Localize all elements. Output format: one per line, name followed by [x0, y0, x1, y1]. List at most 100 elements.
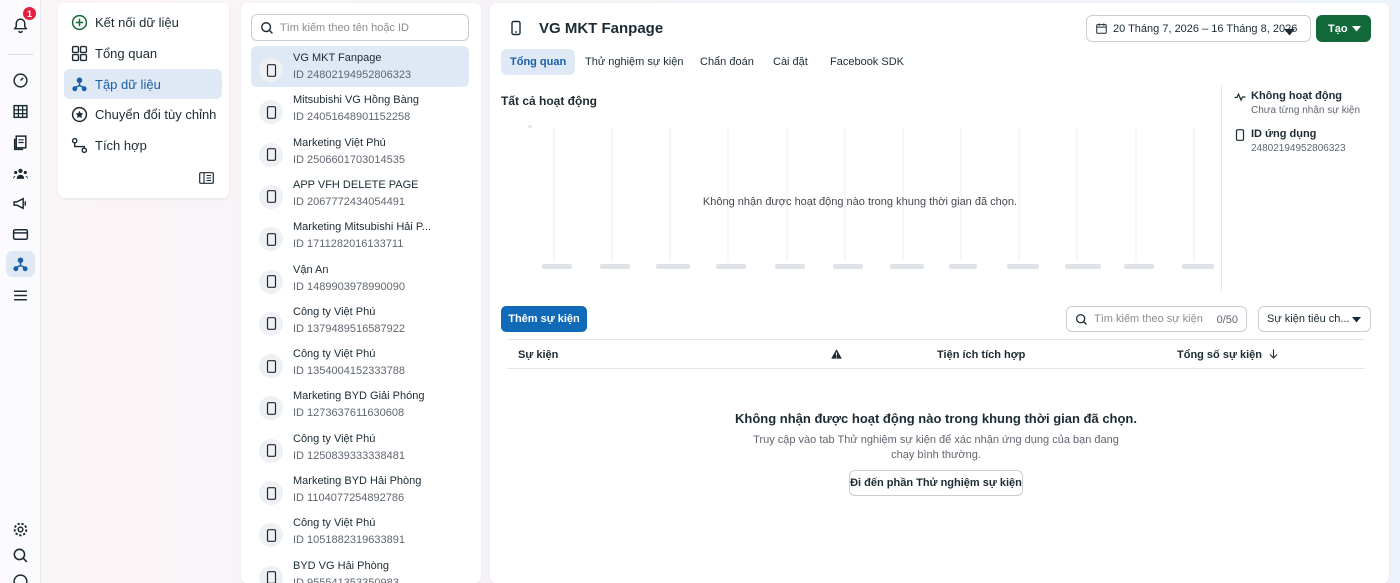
rail-table[interactable]: [6, 98, 35, 124]
go-to-test-events-button[interactable]: Đi đến phần Thử nghiệm sự kiện: [849, 470, 1023, 496]
hamburger-icon: [14, 289, 27, 301]
status-subtitle: Chưa từng nhận sự kiện: [1251, 105, 1361, 116]
dataset-name: Công ty Việt Phú: [293, 517, 376, 530]
tab-diagnostics[interactable]: Chẩn đoán: [691, 49, 763, 75]
dataset-list-item[interactable]: Marketing BYD Hải Phòng ID 11040772548927…: [251, 469, 469, 510]
phone-icon: [259, 184, 283, 209]
calendar-icon: [1096, 23, 1107, 34]
rail-menu[interactable]: [6, 282, 35, 308]
rail-audiences[interactable]: [6, 160, 35, 186]
integration-icon: [71, 137, 87, 153]
dataset-name: Marketing BYD Giải Phóng: [293, 390, 425, 403]
rail-billing[interactable]: [6, 221, 35, 247]
notification-badge: 1: [23, 7, 36, 20]
star-circle-icon: [71, 106, 87, 122]
chart-gridlines: [553, 127, 1195, 261]
nav-label: Tập dữ liệu: [95, 76, 161, 92]
dataset-id: ID 2506601703014535: [293, 153, 405, 166]
dataset-name: Vận An: [293, 263, 329, 276]
activity-pulse-icon: [1234, 92, 1246, 102]
event-count: 0/50: [1216, 314, 1238, 326]
app-id-info: ID ứng dụng 24802194952806323: [1234, 128, 1346, 154]
tab-facebook-sdk[interactable]: Facebook SDK: [821, 49, 913, 75]
dataset-list-item[interactable]: BYD VG Hải Phòng ID 955541353350983: [251, 554, 469, 583]
activity-title: Tất cả hoạt động: [501, 94, 597, 108]
dataset-search-input[interactable]: [280, 21, 460, 34]
event-search[interactable]: 0/50: [1066, 306, 1247, 332]
nav-label: Tích hợp: [95, 137, 147, 153]
dataset-list-item[interactable]: Công ty Việt Phú ID 1250839333338481: [251, 427, 469, 468]
dataset-list-item[interactable]: Mitsubishi VG Hồng Bàng ID 24051648901152…: [251, 88, 469, 129]
dataset-list-item[interactable]: VG MKT Fanpage ID 24802194952806323: [251, 46, 469, 87]
nav-overview[interactable]: Tổng quan: [64, 38, 222, 68]
dataset-list-item[interactable]: Marketing BYD Giải Phóng ID 1273637611630…: [251, 384, 469, 425]
col-total-events[interactable]: Tổng số sự kiện: [1177, 349, 1278, 361]
event-filter-dropdown[interactable]: Sự kiện tiêu ch...: [1258, 306, 1371, 332]
dataset-name: Marketing BYD Hải Phòng: [293, 475, 422, 487]
dataset-id: ID 955541353350983: [293, 576, 399, 583]
people-icon: [13, 168, 28, 179]
dataset-list-item[interactable]: Marketing Việt Phú ID 2506601703014535: [251, 131, 469, 172]
rail-campaigns[interactable]: [6, 190, 35, 216]
create-button[interactable]: Tạo: [1316, 15, 1371, 42]
add-event-button[interactable]: Thêm sự kiện: [501, 306, 587, 332]
chevron-down-icon: [1352, 26, 1361, 32]
pages-icon: [13, 134, 27, 150]
tab-settings[interactable]: Cài đặt: [764, 49, 817, 75]
phone-icon: [259, 100, 283, 125]
phone-icon: [259, 269, 283, 294]
dataset-name: BYD VG Hải Phòng: [293, 559, 389, 572]
rail-settings[interactable]: [6, 516, 35, 542]
tab-test-events[interactable]: Thử nghiệm sự kiện: [576, 49, 693, 75]
nav-label: Tổng quan: [95, 45, 158, 61]
tab-overview[interactable]: Tổng quan: [501, 49, 576, 75]
dataset-id: ID 2067772434054491: [293, 195, 405, 208]
dataset-list-item[interactable]: APP VFH DELETE PAGE ID 2067772434054491: [251, 173, 469, 214]
dataset-id: ID 1711282016133711: [293, 238, 404, 251]
notifications-button[interactable]: 1: [6, 7, 36, 38]
help-icon: [13, 573, 28, 583]
dataset-id: ID 1250839333338481: [293, 449, 405, 462]
dataset-list-item[interactable]: Công ty Việt Phú ID 1379489516587922: [251, 300, 469, 341]
phone-icon: [259, 481, 283, 505]
dataset-detail-panel: VG MKT Fanpage 20 Tháng 7, 2026 – 16 Thá…: [490, 3, 1389, 583]
dataset-list-item[interactable]: Marketing Mitsubishi Hải P... ID 17112820…: [251, 215, 469, 256]
collapse-sidebar-icon[interactable]: [199, 172, 214, 184]
date-range-picker[interactable]: 20 Tháng 7, 2026 – 16 Tháng 8, 2026: [1086, 15, 1311, 42]
page-title: VG MKT Fanpage: [539, 20, 664, 37]
warning-icon: [831, 349, 842, 359]
nav-custom-conversions[interactable]: Chuyển đổi tùy chỉnh: [64, 99, 222, 129]
dataset-list-item[interactable]: Công ty Việt Phú ID 1354004152333788: [251, 342, 469, 383]
rail-pages[interactable]: [6, 129, 35, 155]
event-filter-label: Sự kiện tiêu ch...: [1267, 313, 1350, 325]
nav-integrations[interactable]: Tích hợp: [64, 130, 222, 160]
phone-icon: [259, 58, 283, 82]
dataset-id: ID 1489903978990090: [293, 280, 405, 293]
empty-state-description: Truy cập vào tab Thử nghiệm sự kiện để x…: [753, 434, 1119, 461]
rail-events-manager[interactable]: [6, 251, 35, 277]
phone-icon: [259, 227, 283, 252]
nav-connect-data[interactable]: Kết nối dữ liệu: [64, 7, 222, 37]
rail-search[interactable]: [6, 542, 35, 568]
col-integration[interactable]: Tiện ích tích hợp: [937, 349, 1025, 361]
dataset-list-item[interactable]: Vận An ID 1489903978990090: [251, 258, 469, 299]
nav-datasets[interactable]: Tập dữ liệu: [64, 69, 222, 99]
search-icon: [261, 21, 273, 34]
dataset-search[interactable]: [251, 14, 469, 41]
col-event[interactable]: Sự kiện: [518, 349, 558, 361]
sort-down-icon: [1269, 349, 1278, 359]
dataset-name: Mitsubishi VG Hồng Bàng: [293, 94, 419, 107]
dataset-list-item[interactable]: Công ty Việt Phú ID 1051882319633891: [251, 511, 469, 552]
megaphone-icon: [13, 197, 27, 209]
chart-empty-message: Không nhận được hoạt động nào trong khun…: [702, 196, 1018, 208]
dataset-id: ID 1379489516587922: [293, 322, 405, 335]
rail-dashboard[interactable]: [6, 67, 35, 93]
status-info: Không hoạt động Chưa từng nhận sự kiện: [1234, 90, 1360, 116]
dataset-id: ID 1273637611630608: [293, 407, 405, 420]
chevron-down-icon: [1352, 317, 1361, 323]
search-icon: [1075, 313, 1087, 325]
y-axis-placeholder-label: [528, 125, 532, 128]
event-search-input[interactable]: [1094, 313, 1204, 325]
dataset-name: APP VFH DELETE PAGE: [293, 178, 419, 191]
rail-help[interactable]: [6, 568, 35, 583]
